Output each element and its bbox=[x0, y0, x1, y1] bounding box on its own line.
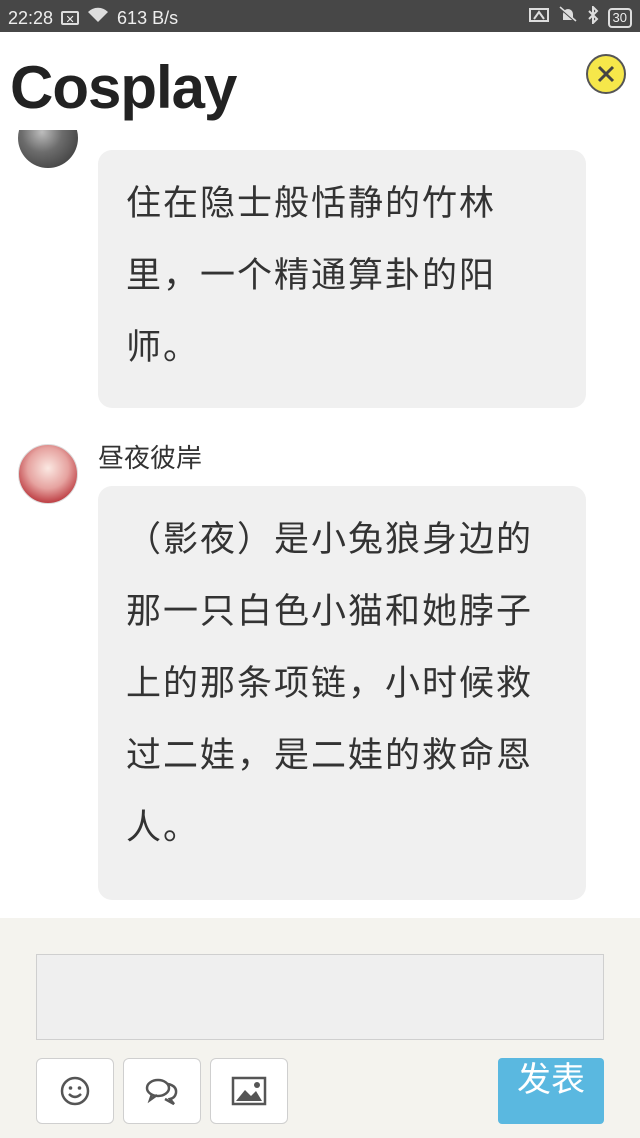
send-button[interactable]: 发表 bbox=[498, 1058, 604, 1124]
status-time: 22:28 bbox=[8, 7, 54, 28]
status-bar-left: 22:28 ✕ 613 B/s bbox=[8, 6, 178, 30]
chat-bubbles-icon bbox=[145, 1078, 178, 1106]
emoji-button[interactable] bbox=[36, 1058, 114, 1124]
network-speed: 613 B/s bbox=[117, 7, 179, 28]
bluetooth-icon bbox=[586, 4, 600, 30]
message-list[interactable]: 住在隐士般恬静的竹林里，一个精通算卦的阳师。 昼夜彼岸 （影夜）是小兔狼身边的那… bbox=[0, 130, 640, 920]
image-icon bbox=[231, 1076, 267, 1106]
message-input[interactable] bbox=[36, 954, 604, 1040]
page-title: Cosplay bbox=[10, 54, 237, 121]
message-bubble: 住在隐士般恬静的竹林里，一个精通算卦的阳师。 bbox=[98, 150, 586, 408]
battery-indicator: 30 bbox=[607, 8, 632, 28]
app-notification-icon bbox=[528, 6, 550, 30]
close-icon bbox=[597, 65, 615, 83]
chat-button[interactable] bbox=[123, 1058, 201, 1124]
composer-bar: 发表 bbox=[0, 918, 640, 1138]
close-button[interactable] bbox=[586, 54, 626, 94]
avatar[interactable] bbox=[18, 444, 78, 504]
mute-bell-icon bbox=[558, 6, 578, 30]
notification-close-icon: ✕ bbox=[61, 11, 80, 26]
avatar[interactable] bbox=[18, 130, 78, 168]
smiley-icon bbox=[60, 1076, 90, 1106]
image-button[interactable] bbox=[210, 1058, 288, 1124]
status-bar: 22:28 ✕ 613 B/s 30 bbox=[0, 0, 640, 32]
message-bubble: （影夜）是小兔狼身边的那一只白色小猫和她脖子上的那条项链，小时候救过二娃，是二娃… bbox=[98, 486, 586, 900]
status-bar-right: 30 bbox=[528, 4, 632, 30]
wifi-icon bbox=[87, 6, 109, 30]
sender-name[interactable]: 昼夜彼岸 bbox=[98, 442, 202, 476]
